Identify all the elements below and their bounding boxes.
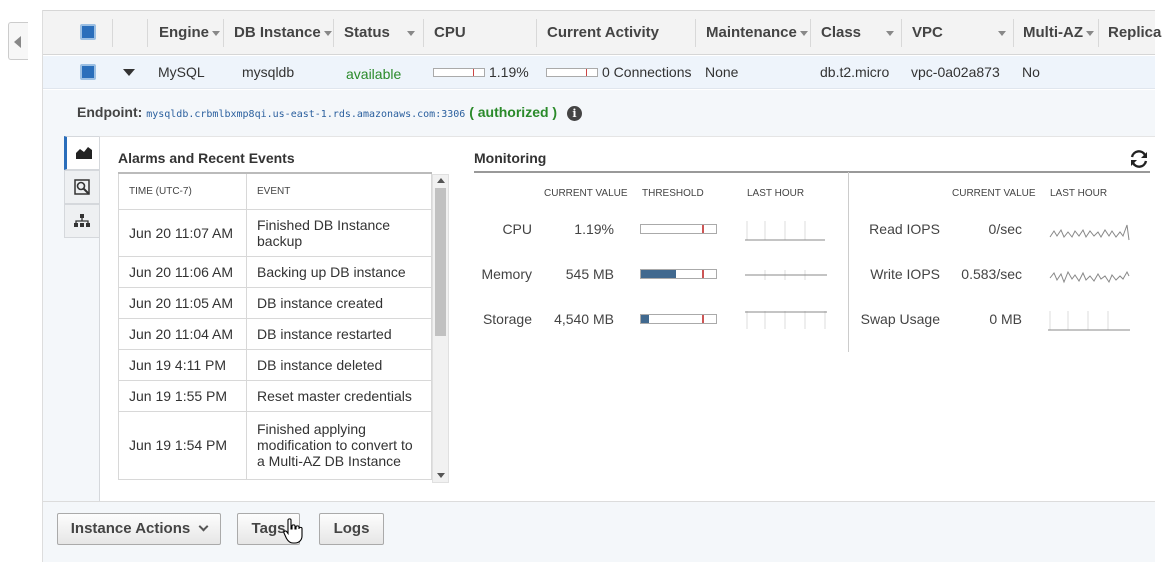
alarm-row: Jun 20 11:04 AM DB instance restarted xyxy=(118,317,432,350)
chevron-left-icon xyxy=(14,36,21,48)
info-icon[interactable]: i xyxy=(566,105,582,121)
column-header-replica[interactable]: Replica xyxy=(1108,11,1161,54)
threshold-bar-cpu xyxy=(640,224,717,234)
chevron-down-icon xyxy=(198,521,209,532)
column-header-engine[interactable]: Engine xyxy=(159,11,221,54)
column-header-multi-az[interactable]: Multi-AZ xyxy=(1023,11,1094,54)
last-hour-header: LAST HOUR xyxy=(747,188,805,199)
refresh-icon[interactable] xyxy=(1128,148,1150,170)
collapse-panel-button[interactable] xyxy=(8,22,28,60)
alarms-event-header: EVENT xyxy=(246,172,432,210)
alarm-row: Jun 20 11:07 AM Finished DB Instance bac… xyxy=(118,208,432,257)
sort-caret-icon xyxy=(212,30,221,36)
sort-caret-icon xyxy=(799,30,808,36)
metric-value-write-iops: 0.583/sec xyxy=(961,266,1022,282)
alarm-row: Jun 19 4:11 PM DB instance deleted xyxy=(118,348,432,381)
monitoring-divider xyxy=(848,172,849,352)
activity-minibar xyxy=(546,68,598,77)
cpu-minibar xyxy=(433,68,485,77)
instances-table-header: Engine DB Instance Status CPU Current Ac… xyxy=(43,10,1161,55)
search-icon xyxy=(74,179,90,195)
instance-row[interactable]: MySQL mysqldb available 1.19% 0 Connecti… xyxy=(43,56,1155,89)
maintenance-cell: None xyxy=(705,64,739,80)
alarms-time-header: TIME (UTC-7) xyxy=(118,172,247,210)
column-header-db-instance[interactable]: DB Instance xyxy=(234,11,332,54)
column-header-vpc[interactable]: VPC xyxy=(912,11,943,54)
alarm-row: Jun 19 1:55 PM Reset master credentials xyxy=(118,379,432,412)
row-checkbox[interactable] xyxy=(80,64,96,80)
db-instance-cell: mysqldb xyxy=(242,64,295,80)
sparkline-storage xyxy=(745,311,827,329)
authorized-link[interactable]: authorized xyxy=(478,104,549,120)
column-header-status[interactable]: Status xyxy=(344,11,390,54)
scroll-up-icon[interactable] xyxy=(437,178,445,183)
tab-configuration[interactable] xyxy=(64,170,100,204)
hierarchy-icon xyxy=(74,214,90,227)
metric-label-memory: Memory xyxy=(481,266,532,282)
sparkline-swap-usage xyxy=(1048,311,1130,331)
area-chart-icon xyxy=(76,147,92,159)
endpoint-url[interactable]: mysqldb.crbmlbxmp8qi.us-east-1.rds.amazo… xyxy=(146,109,465,120)
cpu-cell: 1.19% xyxy=(489,64,529,80)
sort-caret-icon xyxy=(1085,30,1094,36)
alarms-scrollbar-thumb[interactable] xyxy=(435,188,446,336)
alarms-title: Alarms and Recent Events xyxy=(118,150,295,166)
multi-az-cell: No xyxy=(1022,64,1040,80)
left-panel-strip xyxy=(0,0,30,562)
threshold-header: THRESHOLD xyxy=(642,188,704,199)
class-cell: db.t2.micro xyxy=(820,64,890,80)
column-header-current-activity[interactable]: Current Activity xyxy=(547,11,659,54)
tab-topology[interactable] xyxy=(64,204,100,238)
threshold-bar-storage xyxy=(640,314,717,324)
sort-caret-icon xyxy=(407,31,415,36)
metric-label-cpu: CPU xyxy=(502,221,532,237)
column-header-maintenance[interactable]: Maintenance xyxy=(706,11,808,54)
metric-value-swap-usage: 0 MB xyxy=(989,311,1022,327)
engine-cell: MySQL xyxy=(158,64,205,80)
select-all-checkbox[interactable] xyxy=(80,24,96,40)
sparkline-memory xyxy=(745,270,827,280)
last-hour-header-right: LAST HOUR xyxy=(1050,188,1108,199)
sort-caret-icon xyxy=(323,30,332,36)
metric-value-read-iops: 0/sec xyxy=(988,221,1022,237)
tab-monitoring[interactable] xyxy=(64,136,100,170)
instance-actions-button[interactable]: Instance Actions xyxy=(57,513,221,545)
sort-caret-icon xyxy=(886,31,894,36)
logs-button[interactable]: Logs xyxy=(319,513,384,545)
scroll-down-icon[interactable] xyxy=(437,473,445,478)
endpoint-label: Endpoint: xyxy=(77,104,143,120)
column-header-class[interactable]: Class xyxy=(821,11,861,54)
expand-row-icon[interactable] xyxy=(123,69,135,76)
metric-label-write-iops: Write IOPS xyxy=(870,266,940,282)
metric-value-storage: 4,540 MB xyxy=(554,311,614,327)
auth-open-paren: ( xyxy=(469,104,474,120)
vpc-cell[interactable]: vpc-0a02a873 xyxy=(911,56,1000,89)
metric-value-cpu: 1.19% xyxy=(574,221,614,237)
threshold-bar-memory xyxy=(640,269,717,279)
current-value-header-right: CURRENT VALUE xyxy=(952,188,1036,199)
auth-close-paren: ) xyxy=(552,104,558,120)
metric-value-memory: 545 MB xyxy=(565,266,614,282)
sparkline-write-iops xyxy=(1049,270,1130,284)
column-header-cpu[interactable]: CPU xyxy=(434,11,466,54)
alarm-row: Jun 20 11:05 AM DB instance created xyxy=(118,286,432,319)
status-cell: available xyxy=(346,66,402,82)
monitoring-title: Monitoring xyxy=(474,150,547,166)
alarm-row: Jun 19 1:54 PM Finished applying modific… xyxy=(118,410,432,480)
current-value-header: CURRENT VALUE xyxy=(544,188,628,199)
sparkline-read-iops xyxy=(1049,224,1130,241)
hand-cursor-icon xyxy=(283,518,303,544)
endpoint-line: Endpoint: mysqldb.crbmlbxmp8qi.us-east-1… xyxy=(77,104,582,121)
alarms-table: TIME (UTC-7) EVENT Jun 20 11:07 AM Finis… xyxy=(118,172,432,480)
monitoring-rule xyxy=(474,171,1150,173)
metric-label-read-iops: Read IOPS xyxy=(869,221,940,237)
sparkline-cpu xyxy=(745,221,825,241)
alarm-row: Jun 20 11:06 AM Backing up DB instance xyxy=(118,255,432,288)
sort-caret-icon xyxy=(998,31,1006,36)
metric-label-storage: Storage xyxy=(482,311,532,327)
current-activity-cell[interactable]: 0 Connections xyxy=(602,56,692,89)
metric-label-swap-usage: Swap Usage xyxy=(860,311,940,327)
